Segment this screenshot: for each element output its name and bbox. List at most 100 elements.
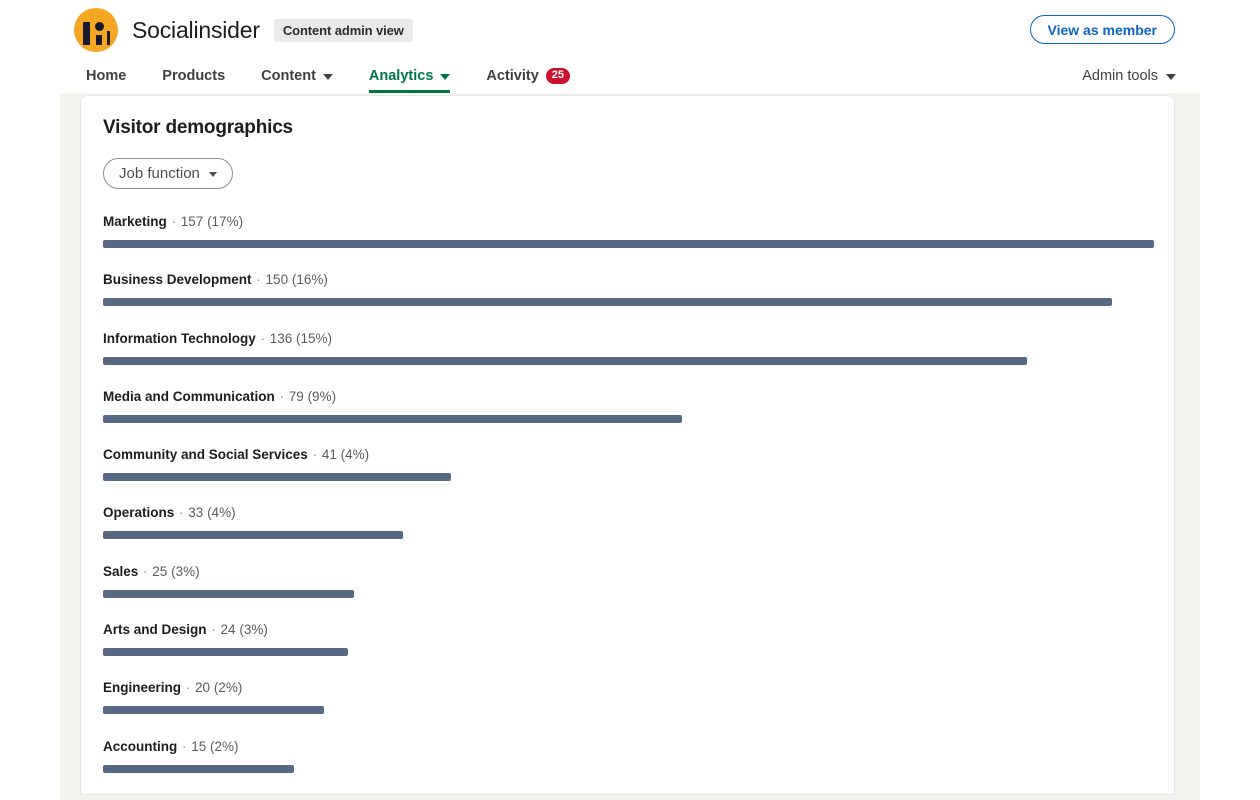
- label-separator: ·: [182, 680, 195, 696]
- nav-item-products[interactable]: Products: [144, 58, 243, 93]
- content-admin-view-badge: Content admin view: [273, 18, 413, 42]
- nav-item-label: Content: [261, 67, 316, 84]
- visitor-demographics-card: Visitor demographics Job function Market…: [80, 95, 1175, 795]
- chevron-down-icon: [440, 73, 451, 80]
- demographic-percent: (2%): [210, 738, 239, 754]
- nav-item-home[interactable]: Home: [86, 58, 144, 93]
- demographic-row-label: Accounting · 15 (2%): [103, 739, 1154, 755]
- demographic-row: Arts and Design · 24 (3%): [103, 622, 1154, 680]
- demographic-percent: (15%): [296, 330, 333, 346]
- chevron-down-icon: [1166, 73, 1176, 80]
- demographic-percent: (4%): [207, 505, 236, 521]
- chevron-down-icon: [322, 73, 333, 80]
- activity-count-badge: 25: [545, 67, 571, 84]
- demographic-count: 157: [180, 214, 204, 229]
- demographic-bar-track: [103, 356, 1154, 365]
- demographic-count: 15: [191, 738, 207, 754]
- demographic-category-name: Engineering: [103, 680, 182, 696]
- demographic-percent: (3%): [171, 563, 200, 579]
- demographics-bar-list: Marketing · 157 (17%) Business Developmen…: [103, 214, 1154, 794]
- label-separator: ·: [207, 622, 220, 638]
- label-separator: ·: [178, 738, 191, 754]
- demographic-count: 20: [195, 680, 211, 696]
- brand-name: Socialinsider: [132, 16, 260, 43]
- label-separator: ·: [252, 272, 265, 288]
- demographic-count: 25: [152, 563, 168, 579]
- demographic-category-name: Accounting: [103, 738, 178, 754]
- demographic-bar-fill: [103, 473, 452, 482]
- demographic-row-label: Sales · 25 (3%): [103, 564, 1154, 580]
- label-separator: ·: [167, 214, 180, 229]
- chevron-down-icon: [208, 172, 217, 177]
- admin-tools-menu[interactable]: Admin tools: [1082, 58, 1176, 93]
- nav-item-label: Products: [162, 67, 226, 84]
- demographic-bar-fill: [103, 356, 1027, 365]
- demographic-bar-fill: [103, 764, 294, 773]
- top-header: Socialinsider Content admin view View as…: [0, 0, 1260, 93]
- demographic-bar-track: [103, 298, 1154, 307]
- demographic-bar-track: [103, 531, 1154, 540]
- demographic-row-label: Operations · 33 (4%): [103, 505, 1154, 521]
- demographic-category-name: Business Development: [103, 272, 252, 288]
- demographic-row: Media and Communication · 79 (9%): [103, 389, 1154, 447]
- demographic-row-label: Information Technology · 136 (15%): [103, 331, 1154, 347]
- demographic-bar-fill: [103, 240, 1154, 248]
- nav-item-label: Analytics: [368, 67, 434, 84]
- demographic-category-name: Marketing: [103, 214, 167, 229]
- demographic-bar-fill: [103, 298, 1112, 307]
- socialinsider-logo-icon: [74, 8, 118, 52]
- demographic-bar-track: [103, 473, 1154, 482]
- label-separator: ·: [275, 388, 288, 404]
- job-function-filter-dropdown[interactable]: Job function: [103, 158, 233, 189]
- demographic-bar-track: [103, 414, 1154, 423]
- label-separator: ·: [175, 505, 188, 521]
- demographic-row: Operations · 33 (4%): [103, 505, 1154, 563]
- demographic-category-name: Arts and Design: [103, 622, 207, 638]
- nav-item-activity[interactable]: Activity 25: [468, 58, 588, 93]
- demographic-count: 24: [220, 622, 236, 638]
- demographic-count: 150: [265, 272, 289, 288]
- demographic-row-label: Community and Social Services · 41 (4%): [103, 447, 1154, 463]
- demographic-row-label: Marketing · 157 (17%): [103, 214, 1154, 230]
- label-separator: ·: [256, 330, 269, 346]
- primary-nav: Home Products Content Analytics Activity 25 A…: [0, 58, 1260, 93]
- job-function-filter-label: Job function: [119, 165, 200, 182]
- label-separator: ·: [308, 447, 321, 463]
- view-as-member-button[interactable]: View as member: [1029, 15, 1175, 44]
- demographic-row-label: Arts and Design · 24 (3%): [103, 622, 1154, 638]
- demographic-row: Business Development · 150 (16%): [103, 272, 1154, 330]
- demographic-row: Information Technology · 136 (15%): [103, 331, 1154, 389]
- demographic-row: Marketing · 157 (17%): [103, 214, 1154, 272]
- demographic-row-label: Engineering · 20 (2%): [103, 680, 1154, 696]
- demographic-percent: (2%): [213, 680, 243, 696]
- demographic-row-label: Media and Communication · 79 (9%): [103, 389, 1154, 405]
- demographic-bar-fill: [103, 706, 325, 715]
- demographic-category-name: Media and Communication: [103, 388, 275, 404]
- demographic-category-name: Community and Social Services: [103, 447, 308, 463]
- demographic-count: 136: [269, 330, 293, 346]
- demographic-percent: (16%): [291, 272, 328, 288]
- nav-item-content[interactable]: Content: [243, 58, 351, 93]
- demographic-count: 41: [321, 447, 337, 463]
- demographic-row: Engineering · 20 (2%): [103, 680, 1154, 738]
- demographic-bar-track: [103, 706, 1154, 715]
- admin-tools-label: Admin tools: [1082, 67, 1158, 84]
- demographic-percent: (4%): [340, 447, 370, 463]
- demographic-bar-track: [103, 240, 1154, 248]
- demographic-row-label: Business Development · 150 (16%): [103, 272, 1154, 288]
- nav-item-label: Home: [86, 67, 127, 84]
- page-title: Visitor demographics: [103, 117, 293, 138]
- demographic-bar-fill: [103, 531, 403, 540]
- demographic-row: Accounting · 15 (2%): [103, 739, 1154, 794]
- demographic-percent: (9%): [307, 388, 337, 404]
- demographic-category-name: Operations: [103, 505, 175, 521]
- brand[interactable]: Socialinsider Content admin view: [74, 8, 413, 52]
- demographic-bar-fill: [103, 414, 682, 423]
- nav-item-list: Home Products Content Analytics Activity 25: [86, 58, 588, 93]
- demographic-row: Community and Social Services · 41 (4%): [103, 447, 1154, 505]
- nav-item-analytics[interactable]: Analytics: [351, 58, 468, 93]
- demographic-count: 79: [288, 388, 304, 404]
- demographic-count: 33: [188, 505, 204, 521]
- demographic-bar-fill: [103, 648, 349, 657]
- demographic-bar-fill: [103, 589, 355, 598]
